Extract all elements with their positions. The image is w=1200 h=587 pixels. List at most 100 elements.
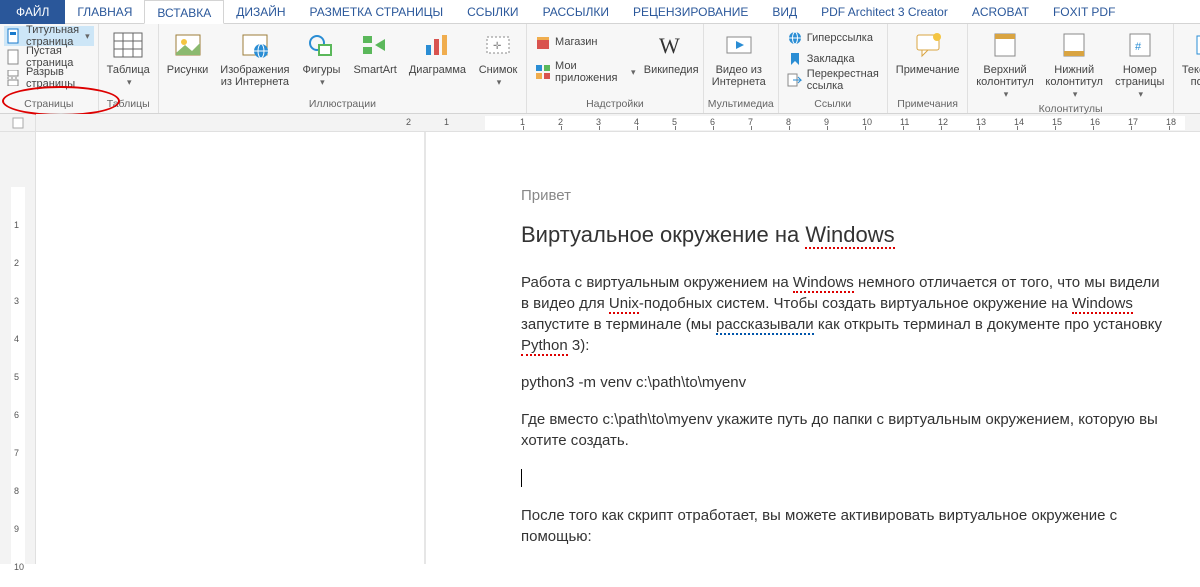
my-apps-button[interactable]: Мои приложения ▾ xyxy=(531,62,639,82)
screenshot-icon: ✛ xyxy=(484,28,512,62)
text-cursor xyxy=(521,469,1171,487)
title-underlined: Windows xyxy=(805,222,894,249)
group-media-label: Мультимедиа xyxy=(708,97,774,113)
pictures-label: Рисунки xyxy=(167,64,209,76)
header-button[interactable]: Верхний колонтитул ▾ xyxy=(972,26,1037,102)
wikipedia-label: Википедия xyxy=(644,64,699,76)
screenshot-label: Снимок xyxy=(479,64,518,76)
group-pages-label: Страницы xyxy=(4,97,94,113)
group-comments-label: Примечания xyxy=(892,97,964,113)
group-addins-label: Надстройки xyxy=(531,97,699,113)
hyperlink-button[interactable]: Гиперссылка xyxy=(783,28,883,48)
hyperlink-icon xyxy=(787,30,803,46)
paragraph-1: Работа с виртуальным окружением на Windo… xyxy=(521,272,1171,356)
document-canvas[interactable]: Привет Виртуальное окружение на Windows … xyxy=(36,132,1200,564)
text-box-button[interactable]: A Текстовое поле ▾ xyxy=(1178,26,1200,90)
chevron-down-icon: ▾ xyxy=(85,31,90,42)
ruler-corner[interactable] xyxy=(0,114,36,131)
blank-page-button[interactable]: Пустая страница xyxy=(4,47,94,67)
page-break-label: Разрыв страницы xyxy=(26,66,90,90)
tab-layout[interactable]: РАЗМЕТКА СТРАНИЦЫ xyxy=(298,0,456,24)
comment-label: Примечание xyxy=(896,64,960,76)
shapes-icon xyxy=(307,28,335,62)
workspace: 12345678910 Привет Виртуальное окружение… xyxy=(0,132,1200,564)
wikipedia-button[interactable]: W Википедия xyxy=(643,26,698,78)
page-number-button[interactable]: # Номер страницы ▾ xyxy=(1111,26,1169,102)
page-break-icon xyxy=(6,70,22,86)
cover-page-button[interactable]: Титульная страница▾ xyxy=(4,26,94,46)
chevron-down-icon: ▾ xyxy=(320,77,325,87)
tab-review[interactable]: РЕЦЕНЗИРОВАНИЕ xyxy=(621,0,760,24)
online-video-button[interactable]: Видео из Интернета xyxy=(708,26,770,90)
shapes-label: Фигуры xyxy=(302,64,340,76)
header-label: Верхний колонтитул xyxy=(976,64,1034,88)
tab-home[interactable]: ГЛАВНАЯ xyxy=(65,0,144,24)
group-tables-label: Таблицы xyxy=(103,97,154,113)
text-box-label: Текстовое поле xyxy=(1182,64,1200,88)
wikipedia-icon: W xyxy=(657,28,685,62)
my-apps-icon xyxy=(535,64,551,80)
my-apps-label: Мои приложения xyxy=(555,60,625,84)
table-button[interactable]: Таблица▾ xyxy=(103,26,154,90)
ruler-row: 21123456789101112131415161718 xyxy=(0,114,1200,132)
online-pictures-button[interactable]: Изображения из Интернета xyxy=(216,26,293,90)
tab-pdfarchitect[interactable]: PDF Architect 3 Creator xyxy=(809,0,960,24)
cross-reference-button[interactable]: Перекрестная ссылка xyxy=(783,70,883,90)
title-part: Виртуальное окружение на xyxy=(521,222,805,247)
smartart-button[interactable]: SmartArt xyxy=(349,26,400,78)
page-number-label: Номер страницы xyxy=(1115,64,1164,88)
screenshot-button[interactable]: ✛ Снимок▾ xyxy=(474,26,522,90)
ruler-horizontal[interactable]: 21123456789101112131415161718 xyxy=(36,114,1200,131)
store-button[interactable]: Магазин xyxy=(531,32,639,52)
tab-mailings[interactable]: РАССЫЛКИ xyxy=(531,0,621,24)
chevron-down-icon: ▾ xyxy=(1004,89,1009,99)
store-icon xyxy=(535,34,551,50)
page-number-icon: # xyxy=(1126,28,1154,62)
group-links-label: Ссылки xyxy=(783,97,883,113)
video-icon xyxy=(725,28,753,62)
tab-insert[interactable]: ВСТАВКА xyxy=(144,0,224,24)
blank-page-icon xyxy=(6,49,22,65)
chevron-down-icon: ▾ xyxy=(631,67,636,78)
cross-reference-label: Перекрестная ссылка xyxy=(807,68,879,92)
cover-page-icon xyxy=(6,28,22,44)
tab-acrobat[interactable]: ACROBAT xyxy=(960,0,1041,24)
table-label: Таблица xyxy=(107,64,150,76)
hyperlink-label: Гиперссылка xyxy=(807,32,873,44)
text-box-icon: A xyxy=(1194,28,1200,62)
shapes-button[interactable]: Фигуры▾ xyxy=(297,26,345,90)
group-text-label xyxy=(1178,97,1200,113)
tab-references[interactable]: ССЫЛКИ xyxy=(455,0,530,24)
bookmark-icon xyxy=(787,51,803,67)
comment-button[interactable]: Примечание xyxy=(892,26,964,78)
comment-icon xyxy=(914,28,942,62)
tab-view[interactable]: ВИД xyxy=(760,0,809,24)
pictures-icon xyxy=(174,28,202,62)
page-title: Виртуальное окружение на Windows xyxy=(521,222,1171,248)
tab-foxit[interactable]: FOXIT PDF xyxy=(1041,0,1127,24)
chevron-down-icon: ▾ xyxy=(127,77,132,87)
footer-button[interactable]: Нижний колонтитул ▾ xyxy=(1042,26,1107,102)
footer-icon xyxy=(1060,28,1088,62)
smartart-icon xyxy=(361,28,389,62)
paragraph-2: Где вместо c:\path\to\myenv укажите путь… xyxy=(521,409,1171,451)
bookmark-label: Закладка xyxy=(807,53,855,65)
paragraph-3: После того как скрипт отработает, вы мож… xyxy=(521,505,1171,547)
group-illustrations-label: Иллюстрации xyxy=(163,97,522,113)
store-label: Магазин xyxy=(555,36,597,48)
tab-design[interactable]: ДИЗАЙН xyxy=(224,0,297,24)
bookmark-button[interactable]: Закладка xyxy=(783,49,883,69)
chevron-down-icon: ▾ xyxy=(1139,89,1144,99)
chevron-down-icon: ▾ xyxy=(1073,89,1078,99)
menu-tabstrip: ФАЙЛ ГЛАВНАЯ ВСТАВКА ДИЗАЙН РАЗМЕТКА СТР… xyxy=(0,0,1200,24)
online-pictures-icon xyxy=(241,28,269,62)
online-pictures-label: Изображения из Интернета xyxy=(220,64,289,88)
footer-label: Нижний колонтитул xyxy=(1045,64,1103,88)
page-break-button[interactable]: Разрыв страницы xyxy=(4,68,94,88)
pictures-button[interactable]: Рисунки xyxy=(163,26,213,78)
chart-button[interactable]: Диаграмма xyxy=(405,26,470,78)
tab-file[interactable]: ФАЙЛ xyxy=(0,0,65,24)
chart-icon xyxy=(423,28,451,62)
ruler-vertical[interactable]: 12345678910 xyxy=(0,132,36,564)
greeting-text: Привет xyxy=(521,187,1171,204)
